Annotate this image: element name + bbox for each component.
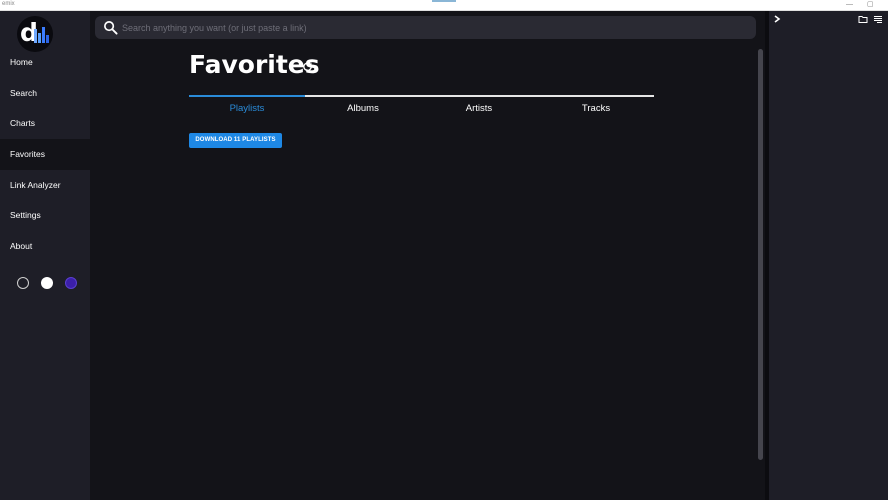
download-queue-panel [769, 11, 888, 500]
download-playlists-button[interactable]: DOWNLOAD 11 PLAYLISTS [189, 133, 282, 148]
search-bar[interactable] [95, 16, 756, 39]
sidebar-item-search[interactable]: Search [0, 78, 90, 109]
refresh-icon[interactable] [302, 61, 313, 72]
chevron-right-icon[interactable] [772, 14, 782, 24]
sidebar-item-settings[interactable]: Settings [0, 200, 90, 231]
list-icon[interactable] [873, 14, 883, 24]
theme-purple-button[interactable] [65, 277, 77, 289]
search-input[interactable] [122, 16, 742, 39]
favorites-tabs: Playlists Albums Artists Tracks [189, 95, 654, 120]
logo-bar [42, 27, 45, 43]
tab-artists[interactable]: Artists [421, 103, 537, 114]
titlebar-indicator [432, 0, 456, 2]
sidebar-nav: Home Search Charts Favorites Link Analyz… [0, 47, 90, 262]
sidebar-item-about[interactable]: About [0, 231, 90, 262]
tab-tracks[interactable]: Tracks [538, 103, 654, 114]
tab-albums[interactable]: Albums [305, 103, 421, 114]
sidebar: d Home Search Charts Favorites Link Anal… [0, 11, 90, 500]
sidebar-item-charts[interactable]: Charts [0, 108, 90, 139]
active-tab-indicator [189, 95, 305, 97]
logo-bar [38, 33, 41, 43]
theme-light-button[interactable] [41, 277, 53, 289]
scrollbar-thumb[interactable] [758, 49, 763, 460]
window-title: emix [2, 1, 15, 7]
search-icon [104, 21, 118, 35]
theme-selector [0, 277, 90, 289]
tab-playlists[interactable]: Playlists [189, 103, 305, 114]
window-titlebar: emix — ▢ [0, 0, 888, 11]
folder-icon[interactable] [858, 14, 868, 24]
theme-dark-button[interactable] [17, 277, 29, 289]
main-scrollbar[interactable] [757, 11, 765, 500]
logo-bar [34, 29, 37, 43]
minimize-button[interactable]: — [846, 0, 853, 9]
sidebar-item-home[interactable]: Home [0, 47, 90, 78]
page-title: Favorites [189, 50, 320, 79]
sidebar-item-link-analyzer[interactable]: Link Analyzer [0, 170, 90, 201]
maximize-button[interactable]: ▢ [867, 0, 874, 9]
logo-bar [46, 35, 49, 43]
sidebar-item-favorites[interactable]: Favorites [0, 139, 90, 170]
